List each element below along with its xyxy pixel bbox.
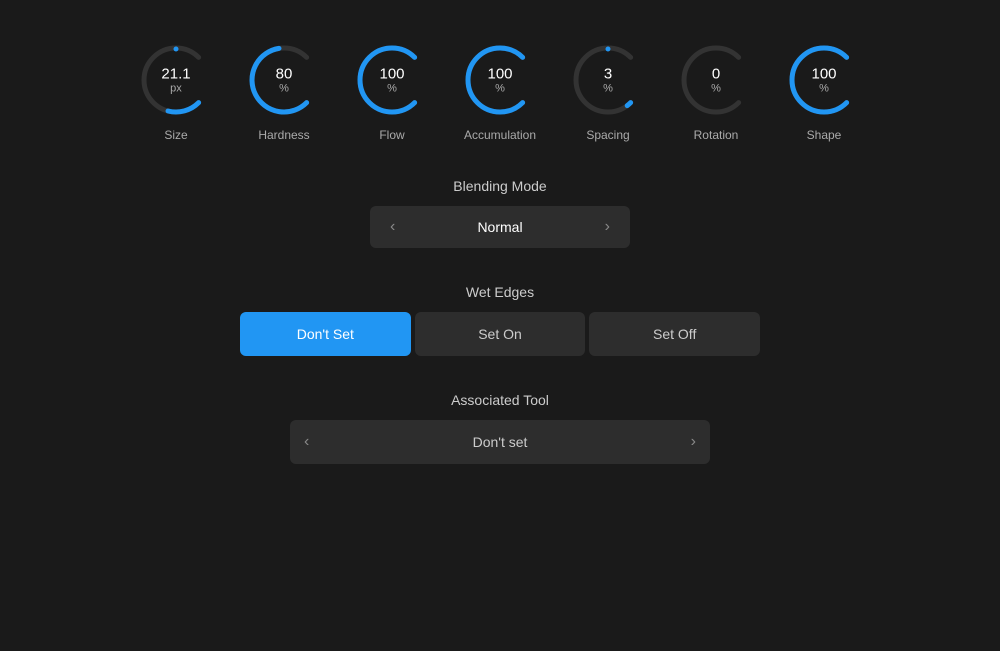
knob-size-value: 21.1 (161, 66, 190, 83)
knob-size-label: Size (164, 128, 187, 142)
knob-accumulation[interactable]: 100 % Accumulation (460, 40, 540, 142)
associated-tool-selector[interactable]: ‹ Don't set › (290, 420, 710, 464)
blending-mode-value: Normal (477, 219, 522, 235)
wet-edges-btn-2[interactable]: Set Off (589, 312, 760, 356)
knob-spacing-unit: % (603, 83, 613, 95)
knob-rotation-value: 0 (711, 66, 721, 83)
knob-rotation-label: Rotation (694, 128, 739, 142)
knob-shape-dial[interactable]: 100 % (784, 40, 864, 120)
associated-tool-section: Associated Tool ‹ Don't set › (260, 392, 740, 464)
knob-flow-dial[interactable]: 100 % (352, 40, 432, 120)
wet-edges-btn-1[interactable]: Set On (415, 312, 586, 356)
knob-shape-unit: % (811, 83, 836, 95)
knob-hardness-unit: % (276, 83, 293, 95)
knob-flow-label: Flow (379, 128, 404, 142)
blending-mode-selector[interactable]: ‹ Normal › (370, 206, 630, 248)
knob-flow-unit: % (379, 83, 404, 95)
blending-mode-section: Blending Mode ‹ Normal › (260, 178, 740, 248)
brush-settings-panel: 21.1 px Size 80 % Hardness (0, 0, 1000, 651)
associated-tool-value: Don't set (473, 434, 528, 450)
blending-mode-title: Blending Mode (453, 178, 546, 194)
wet-edges-buttons: Don't SetSet OnSet Off (240, 312, 760, 356)
knob-accumulation-unit: % (487, 83, 512, 95)
knob-spacing[interactable]: 3 % Spacing (568, 40, 648, 142)
knob-hardness-dial[interactable]: 80 % (244, 40, 324, 120)
wet-edges-title: Wet Edges (466, 284, 534, 300)
knob-shape[interactable]: 100 % Shape (784, 40, 864, 142)
knob-rotation-unit: % (711, 83, 721, 95)
knob-size[interactable]: 21.1 px Size (136, 40, 216, 142)
knob-hardness-label: Hardness (258, 128, 309, 142)
blending-mode-prev[interactable]: ‹ (382, 214, 403, 240)
knob-accumulation-value: 100 (487, 66, 512, 83)
associated-tool-title: Associated Tool (451, 392, 549, 408)
knob-shape-label: Shape (807, 128, 842, 142)
wet-edges-section: Wet Edges Don't SetSet OnSet Off (260, 284, 740, 356)
wet-edges-btn-0[interactable]: Don't Set (240, 312, 411, 356)
knob-spacing-dial[interactable]: 3 % (568, 40, 648, 120)
knob-shape-value: 100 (811, 66, 836, 83)
blending-mode-next[interactable]: › (597, 214, 618, 240)
knob-flow-value: 100 (379, 66, 404, 83)
knob-spacing-label: Spacing (586, 128, 629, 142)
knob-hardness[interactable]: 80 % Hardness (244, 40, 324, 142)
knob-rotation[interactable]: 0 % Rotation (676, 40, 756, 142)
knob-spacing-value: 3 (603, 66, 613, 83)
knobs-row: 21.1 px Size 80 % Hardness (136, 40, 864, 142)
knob-accumulation-dial[interactable]: 100 % (460, 40, 540, 120)
knob-rotation-dial[interactable]: 0 % (676, 40, 756, 120)
knob-flow[interactable]: 100 % Flow (352, 40, 432, 142)
knob-size-unit: px (161, 83, 190, 95)
knob-accumulation-label: Accumulation (464, 128, 536, 142)
knob-hardness-value: 80 (276, 66, 293, 83)
associated-tool-next[interactable]: › (691, 433, 696, 451)
associated-tool-prev[interactable]: ‹ (304, 433, 309, 451)
knob-size-dial[interactable]: 21.1 px (136, 40, 216, 120)
